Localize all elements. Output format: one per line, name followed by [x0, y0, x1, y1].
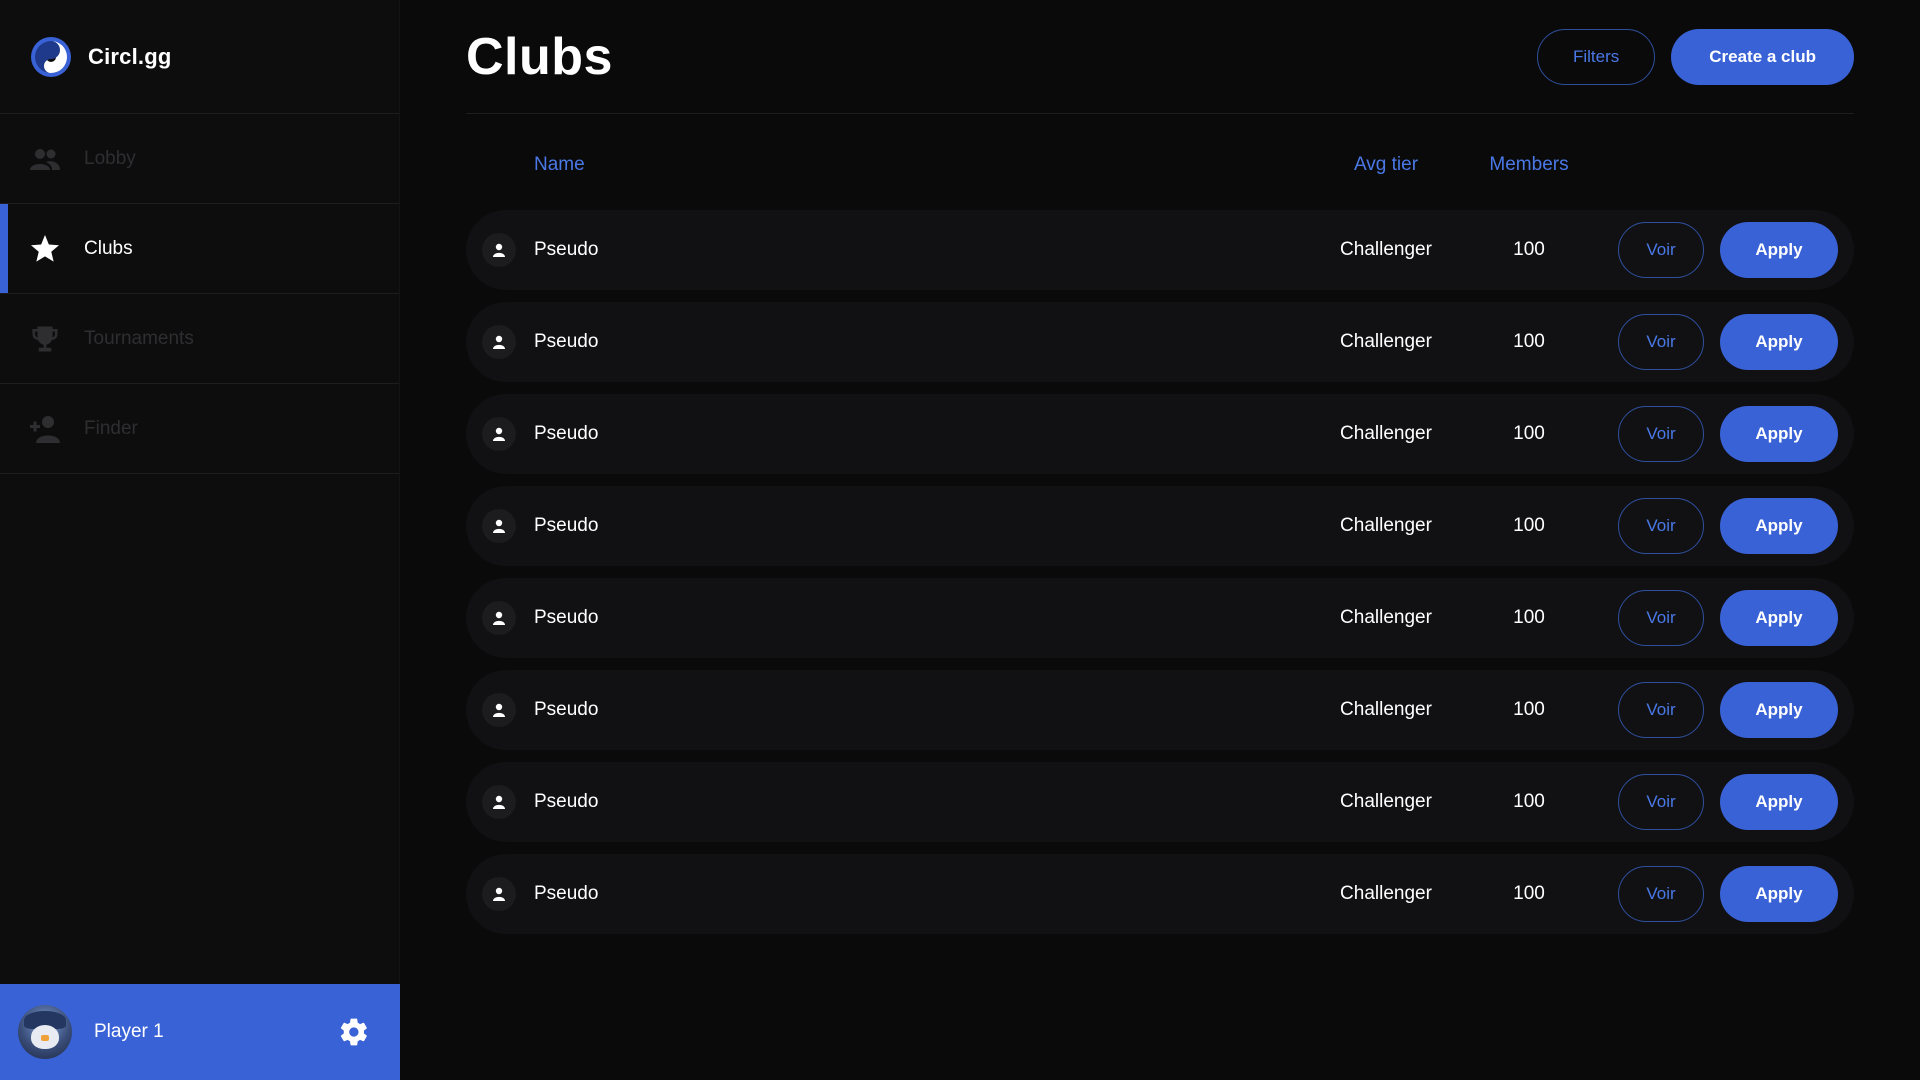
circl-logo-icon — [31, 36, 71, 77]
apply-button[interactable]: Apply — [1720, 222, 1838, 278]
table-row[interactable]: Pseudo Challenger 100 Voir Apply — [466, 578, 1854, 658]
apply-button[interactable]: Apply — [1720, 866, 1838, 922]
star-icon — [28, 232, 62, 266]
voir-button[interactable]: Voir — [1618, 406, 1704, 462]
club-members: 100 — [1513, 239, 1545, 260]
club-members: 100 — [1513, 883, 1545, 904]
column-header-tier[interactable]: Avg tier — [1336, 154, 1436, 176]
voir-button[interactable]: Voir — [1618, 590, 1704, 646]
create-club-button[interactable]: Create a club — [1671, 28, 1854, 85]
club-tier: Challenger — [1340, 423, 1432, 444]
club-members: 100 — [1513, 791, 1545, 812]
apply-button[interactable]: Apply — [1720, 774, 1838, 830]
club-name: Pseudo — [534, 515, 599, 536]
voir-button[interactable]: Voir — [1618, 498, 1704, 554]
user-icon — [482, 785, 516, 819]
club-members: 100 — [1513, 515, 1545, 536]
club-tier: Challenger — [1340, 607, 1432, 628]
club-tier: Challenger — [1340, 239, 1432, 260]
user-icon — [482, 693, 516, 727]
club-members: 100 — [1513, 423, 1545, 444]
sidebar-item-label: Finder — [84, 417, 138, 439]
table-row[interactable]: Pseudo Challenger 100 Voir Apply — [466, 670, 1854, 750]
sidebar-item-label: Clubs — [84, 237, 133, 259]
sidebar-item-tournaments[interactable]: Tournaments — [0, 294, 399, 384]
user-icon — [482, 601, 516, 635]
sidebar-item-label: Tournaments — [84, 327, 194, 349]
table-row[interactable]: Pseudo Challenger 100 Voir Apply — [466, 854, 1854, 934]
club-tier: Challenger — [1340, 515, 1432, 536]
table-row[interactable]: Pseudo Challenger 100 Voir Apply — [466, 210, 1854, 290]
add-person-icon — [28, 412, 62, 446]
table-row[interactable]: Pseudo Challenger 100 Voir Apply — [466, 394, 1854, 474]
table-row[interactable]: Pseudo Challenger 100 Voir Apply — [466, 762, 1854, 842]
sidebar-item-lobby[interactable]: Lobby — [0, 114, 399, 204]
table-header: Name Avg tier Members — [466, 114, 1854, 210]
avatar[interactable] — [18, 1005, 72, 1059]
voir-button[interactable]: Voir — [1618, 866, 1704, 922]
voir-button[interactable]: Voir — [1618, 774, 1704, 830]
apply-button[interactable]: Apply — [1720, 314, 1838, 370]
brand[interactable]: Circl.gg — [0, 0, 399, 114]
sidebar-item-clubs[interactable]: Clubs — [0, 204, 399, 294]
apply-button[interactable]: Apply — [1720, 682, 1838, 738]
header-actions: Filters Create a club — [1536, 28, 1854, 85]
user-name: Player 1 — [94, 1021, 164, 1042]
club-tier: Challenger — [1340, 699, 1432, 720]
club-members: 100 — [1513, 699, 1545, 720]
sidebar-item-label: Lobby — [84, 147, 136, 169]
club-name: Pseudo — [534, 423, 599, 444]
sidebar-item-finder[interactable]: Finder — [0, 384, 399, 474]
user-icon — [482, 509, 516, 543]
trophy-icon — [28, 322, 62, 356]
voir-button[interactable]: Voir — [1618, 682, 1704, 738]
user-icon — [482, 877, 516, 911]
user-icon — [482, 417, 516, 451]
table-row[interactable]: Pseudo Challenger 100 Voir Apply — [466, 302, 1854, 382]
page-title: Clubs — [466, 27, 613, 86]
group-icon — [28, 142, 62, 176]
club-name: Pseudo — [534, 791, 599, 812]
page-header: Clubs Filters Create a club — [466, 0, 1854, 114]
filters-button[interactable]: Filters — [1536, 28, 1656, 85]
club-members: 100 — [1513, 607, 1545, 628]
apply-button[interactable]: Apply — [1720, 406, 1838, 462]
sidebar: Circl.gg Lobby Clubs Tournaments Finder — [0, 0, 400, 1080]
column-header-name[interactable]: Name — [534, 154, 585, 176]
apply-button[interactable]: Apply — [1720, 498, 1838, 554]
user-bar: Player 1 — [0, 984, 400, 1080]
club-name: Pseudo — [534, 239, 599, 260]
main-content: Clubs Filters Create a club Name Avg tie… — [466, 0, 1854, 1080]
table-row[interactable]: Pseudo Challenger 100 Voir Apply — [466, 486, 1854, 566]
club-members: 100 — [1513, 331, 1545, 352]
clubs-table: Pseudo Challenger 100 Voir Apply Pseudo … — [466, 210, 1854, 934]
column-header-members[interactable]: Members — [1474, 154, 1584, 176]
club-name: Pseudo — [534, 331, 599, 352]
avatar-beak — [41, 1035, 49, 1041]
sidebar-nav: Lobby Clubs Tournaments Finder — [0, 114, 399, 474]
user-icon — [482, 325, 516, 359]
user-icon — [482, 233, 516, 267]
club-name: Pseudo — [534, 699, 599, 720]
club-tier: Challenger — [1340, 883, 1432, 904]
app-name: Circl.gg — [88, 43, 172, 69]
club-tier: Challenger — [1340, 791, 1432, 812]
voir-button[interactable]: Voir — [1618, 314, 1704, 370]
apply-button[interactable]: Apply — [1720, 590, 1838, 646]
gear-icon[interactable] — [336, 1014, 372, 1050]
club-name: Pseudo — [534, 883, 599, 904]
club-tier: Challenger — [1340, 331, 1432, 352]
voir-button[interactable]: Voir — [1618, 222, 1704, 278]
club-name: Pseudo — [534, 607, 599, 628]
